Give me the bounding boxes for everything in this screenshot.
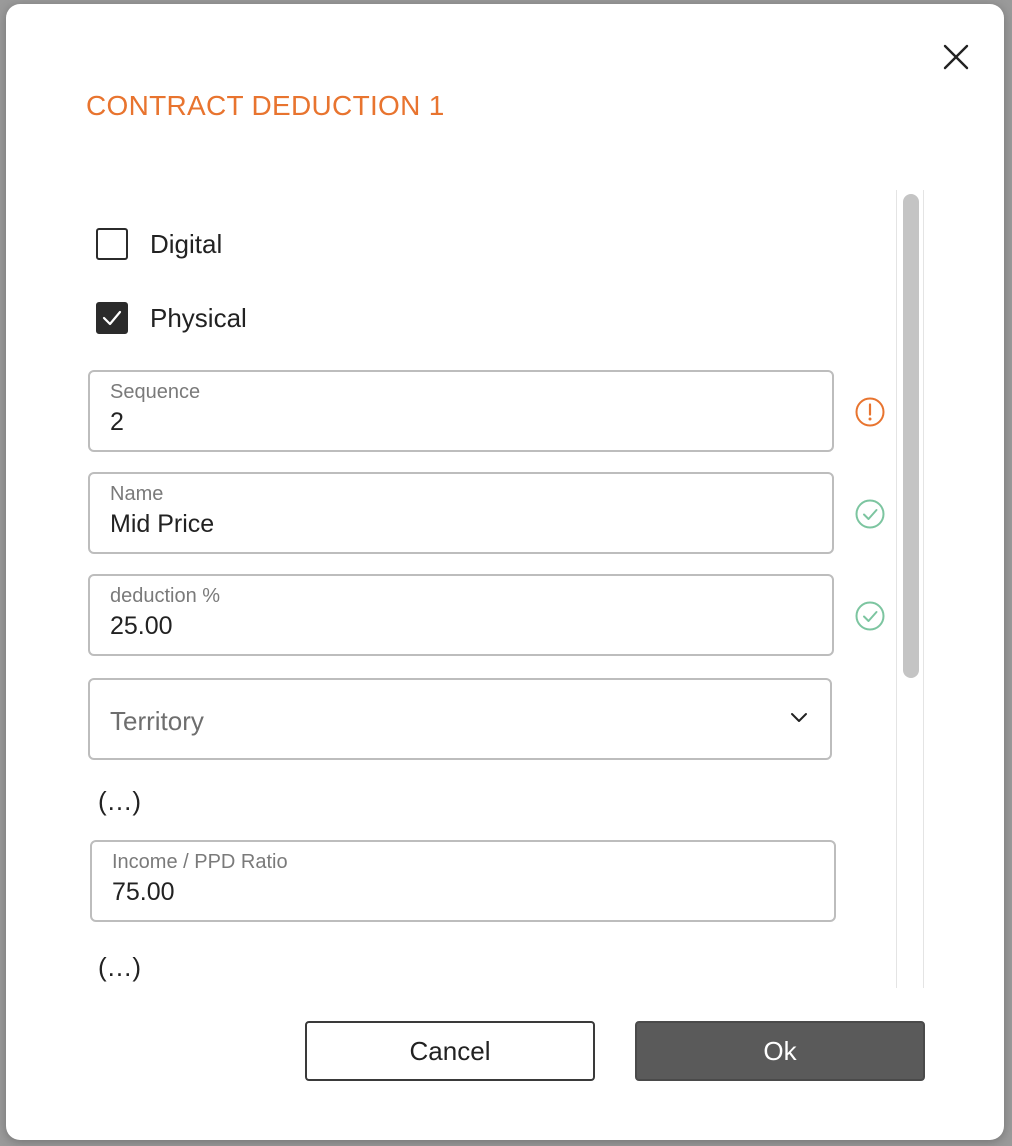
territory-placeholder: Territory — [110, 706, 204, 736]
ok-button[interactable]: Ok — [635, 1021, 925, 1081]
warning-icon — [855, 397, 885, 427]
cancel-button[interactable]: Cancel — [305, 1021, 595, 1081]
scrollbar-thumb[interactable] — [903, 194, 919, 678]
contract-deduction-dialog: CONTRACT DEDUCTION 1 Digital Physical Se… — [6, 4, 1004, 1140]
chevron-down-icon — [791, 713, 807, 722]
form-scroll-area: Digital Physical Sequence Name — [86, 190, 926, 988]
physical-checkbox[interactable]: Physical — [96, 300, 247, 336]
sequence-field[interactable]: Sequence — [88, 370, 834, 452]
scrollbar[interactable] — [896, 190, 924, 988]
digital-checkbox-box[interactable] — [96, 228, 128, 260]
check-circle-icon — [855, 499, 885, 529]
sequence-input[interactable] — [110, 408, 790, 437]
income-ppd-ratio-label: Income / PPD Ratio — [112, 851, 288, 873]
physical-checkbox-box[interactable] — [96, 302, 128, 334]
dialog-title: CONTRACT DEDUCTION 1 — [86, 90, 445, 121]
deduction-percent-input[interactable] — [110, 612, 790, 641]
checkmark-icon — [102, 310, 122, 326]
deduction-percent-field[interactable]: deduction % — [88, 574, 834, 656]
collapsed-section-ellipsis[interactable]: (...) — [98, 786, 142, 817]
physical-checkbox-label: Physical — [150, 302, 247, 333]
income-ppd-ratio-field[interactable]: Income / PPD Ratio — [90, 840, 836, 922]
territory-select[interactable]: Territory — [88, 678, 832, 760]
name-label: Name — [110, 483, 164, 505]
name-input[interactable] — [110, 510, 790, 539]
digital-checkbox[interactable]: Digital — [96, 226, 222, 262]
income-ppd-ratio-input[interactable] — [112, 878, 792, 907]
check-circle-icon — [855, 601, 885, 631]
sequence-label: Sequence — [110, 381, 201, 403]
digital-checkbox-label: Digital — [150, 228, 223, 259]
collapsed-section-ellipsis[interactable]: (...) — [98, 952, 142, 983]
close-icon[interactable] — [939, 40, 973, 74]
deduction-percent-label: deduction % — [110, 585, 221, 607]
name-field[interactable]: Name — [88, 472, 834, 554]
